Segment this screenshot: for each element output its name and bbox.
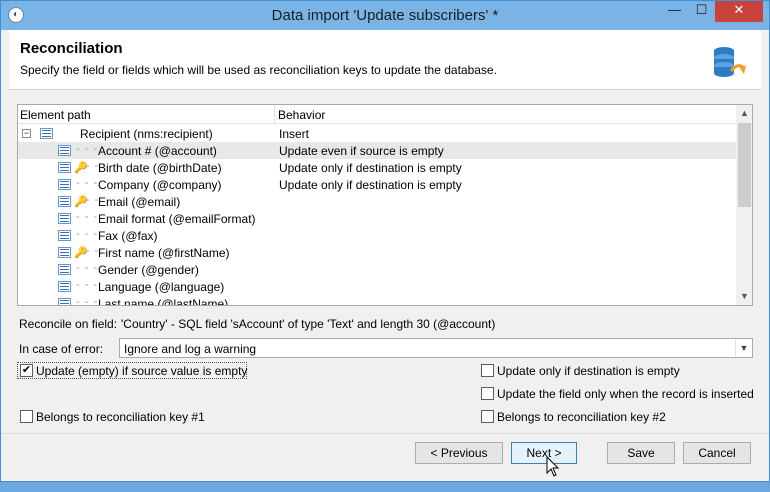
reconcile-field-value: 'Country' - SQL field 'sAccount' of type… xyxy=(121,317,496,331)
tree-row[interactable]: − Recipient (nms:recipient) Insert xyxy=(18,125,736,142)
tree-row[interactable]: 🔑 - - First name (@firstName) xyxy=(18,244,736,261)
tree-connector: - - - xyxy=(76,296,99,306)
error-handling-select[interactable]: Ignore and log a warning ▼ xyxy=(119,338,753,358)
update-only-dest-empty-label[interactable]: Update only if destination is empty xyxy=(497,364,680,378)
element-path-label: Gender (@gender) xyxy=(98,263,199,277)
tree-row[interactable]: 🔑 - - Email (@email) xyxy=(18,193,736,210)
tree-row[interactable]: - - - Language (@language) xyxy=(18,278,736,295)
column-header-behavior[interactable]: Behavior xyxy=(278,108,325,122)
column-header-element-path[interactable]: Element path xyxy=(20,108,91,122)
behavior-label: Insert xyxy=(279,127,310,141)
element-tree[interactable]: Element path Behavior − Recipient (nms:re… xyxy=(17,104,753,306)
tree-connector: - - - xyxy=(76,177,99,189)
tree-connector: - - - xyxy=(76,211,99,223)
page-description: Specify the field or fields which will b… xyxy=(20,63,497,77)
tree-header: Element path Behavior xyxy=(18,105,736,124)
update-when-inserted-label[interactable]: Update the field only when the record is… xyxy=(497,387,754,401)
reconciliation-key2-label[interactable]: Belongs to reconciliation key #2 xyxy=(497,410,666,424)
error-label: In case of error: xyxy=(19,342,104,356)
collapse-icon[interactable]: − xyxy=(22,129,31,138)
tree-row[interactable]: - - - Account # (@account) Update even if … xyxy=(18,142,736,159)
scroll-thumb[interactable] xyxy=(738,123,751,207)
wizard-header: Reconciliation Specify the field or fiel… xyxy=(9,30,761,90)
element-path-label: Fax (@fax) xyxy=(98,229,158,243)
field-list-icon xyxy=(58,230,71,241)
reconciliation-key2-checkbox[interactable] xyxy=(481,410,494,423)
tree-connector: - - - xyxy=(76,279,99,291)
field-list-icon xyxy=(58,213,71,224)
footer-divider xyxy=(1,433,769,434)
chevron-down-icon[interactable]: ▼ xyxy=(735,339,752,357)
element-path-label: Birth date (@birthDate) xyxy=(98,161,222,175)
tree-connector: - - - xyxy=(76,262,99,274)
element-path-label: Email format (@emailFormat) xyxy=(98,212,256,226)
tree-connector: - - - xyxy=(76,228,99,240)
element-path-label: Email (@email) xyxy=(98,195,181,209)
field-list-icon xyxy=(58,247,71,258)
behavior-label: Update only if destination is empty xyxy=(279,178,462,192)
maximize-button[interactable]: ☐ xyxy=(688,1,715,22)
field-list-icon xyxy=(58,179,71,190)
title-bar[interactable]: ◐ Data import 'Update subscribers' * — ☐… xyxy=(1,1,769,30)
cancel-button[interactable]: Cancel xyxy=(683,442,751,464)
element-path-label: Last name (@lastName) xyxy=(98,297,229,306)
tree-row[interactable]: 🔑 - - Birth date (@birthDate) Update only i… xyxy=(18,159,736,176)
tree-row[interactable]: - - - Last name (@lastName) xyxy=(18,295,736,306)
minimize-button[interactable]: — xyxy=(661,1,688,22)
previous-button[interactable]: < Previous xyxy=(415,442,503,464)
field-list-icon xyxy=(58,281,71,292)
update-only-dest-empty-checkbox[interactable] xyxy=(481,364,494,377)
field-list-icon xyxy=(58,298,71,305)
dialog-window: ◐ Data import 'Update subscribers' * — ☐… xyxy=(0,0,770,482)
column-separator[interactable] xyxy=(274,105,275,124)
tree-connector: - - - xyxy=(76,143,99,155)
mouse-cursor-icon xyxy=(546,456,560,477)
behavior-label: Update even if source is empty xyxy=(279,144,444,158)
window-title: Data import 'Update subscribers' * xyxy=(271,7,499,24)
element-path-label: First name (@firstName) xyxy=(98,246,230,260)
error-handling-value: Ignore and log a warning xyxy=(124,342,257,356)
field-list-icon xyxy=(58,162,71,173)
field-list-icon xyxy=(58,264,71,275)
close-button[interactable]: ✕ xyxy=(715,1,763,22)
update-when-inserted-checkbox[interactable] xyxy=(481,387,494,400)
behavior-label: Update only if destination is empty xyxy=(279,161,462,175)
field-list-icon xyxy=(58,145,71,156)
database-update-icon xyxy=(714,47,746,77)
tree-row[interactable]: - - - Gender (@gender) xyxy=(18,261,736,278)
update-empty-label[interactable]: Update (empty) if source value is empty xyxy=(36,364,247,378)
tree-row[interactable]: - - - Company (@company) Update only if de… xyxy=(18,176,736,193)
tree-row[interactable]: - - - Email format (@emailFormat) xyxy=(18,210,736,227)
reconciliation-key1-checkbox[interactable] xyxy=(20,410,33,423)
element-path-label: Company (@company) xyxy=(98,178,222,192)
page-title: Reconciliation xyxy=(20,40,123,57)
element-list-icon xyxy=(40,128,53,139)
element-path-label: Language (@language) xyxy=(98,280,225,294)
field-list-icon xyxy=(58,196,71,207)
element-path-label: Account # (@account) xyxy=(98,144,217,158)
scroll-down-arrow-icon[interactable]: ▼ xyxy=(736,288,752,305)
scroll-up-arrow-icon[interactable]: ▲ xyxy=(736,105,752,122)
reconcile-field-label: Reconcile on field: xyxy=(19,317,118,331)
update-empty-checkbox[interactable]: ✔ xyxy=(20,364,33,377)
next-button[interactable]: Next > xyxy=(511,442,577,464)
reconciliation-key1-label[interactable]: Belongs to reconciliation key #1 xyxy=(36,410,205,424)
element-path-label: Recipient (nms:recipient) xyxy=(80,127,213,141)
save-button[interactable]: Save xyxy=(607,442,675,464)
tree-row[interactable]: - - - Fax (@fax) xyxy=(18,227,736,244)
vertical-scrollbar[interactable]: ▲ ▼ xyxy=(736,105,752,305)
